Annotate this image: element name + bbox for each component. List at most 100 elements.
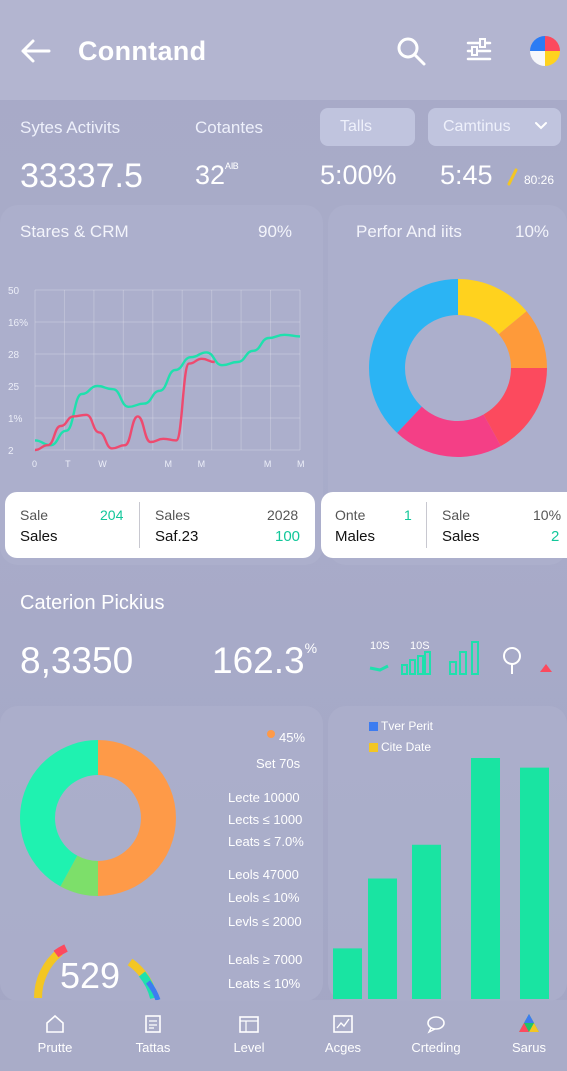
triangle-logo-icon xyxy=(519,1014,539,1032)
bar xyxy=(333,948,362,999)
legend-swatch xyxy=(369,722,378,731)
sales-summary-right-label: Sales xyxy=(155,507,191,523)
stat-value-contacts: 32ᴬᴵᴮ xyxy=(195,160,239,191)
triangle-icon xyxy=(540,664,552,672)
nav-item-home[interactable]: Prutte xyxy=(8,1014,102,1055)
document-icon xyxy=(145,1015,161,1033)
back-button[interactable] xyxy=(18,34,52,68)
page-title: Conntand xyxy=(78,36,207,66)
nav-item-label: Sarus xyxy=(512,1040,546,1055)
nav-item-label: Tattas xyxy=(135,1040,171,1055)
search-icon xyxy=(397,37,426,66)
divider xyxy=(139,502,140,548)
perf-summary-left-label: Onte xyxy=(335,507,366,523)
mini-bar xyxy=(449,661,457,675)
sales-summary-right-label-value: 2028 xyxy=(267,507,299,523)
mini-bar xyxy=(417,655,424,675)
sales-card-percent: 90% xyxy=(258,222,293,241)
performance-donut-chart xyxy=(369,279,547,457)
divider xyxy=(426,502,427,548)
legend-item: Levls ≤ 2000 xyxy=(228,914,302,929)
bar xyxy=(471,758,500,999)
legend-item: Leats ≤ 10% xyxy=(228,976,301,991)
legend-item: Leols 47000 xyxy=(228,867,299,882)
mini-bar xyxy=(401,664,408,675)
nav-item-sarus[interactable]: Sarus xyxy=(482,1012,567,1055)
x-tick-label: 0 xyxy=(32,459,37,469)
stat-value-contacts-suffix: ᴬᴵᴮ xyxy=(225,160,239,175)
line-series-1 xyxy=(34,333,301,447)
filter-button[interactable] xyxy=(462,34,496,68)
performance-summary-card: Onte 1 Males Sale 10% Sales 2 xyxy=(321,492,567,558)
x-tick-label: M xyxy=(165,459,173,469)
nav-item-crteding[interactable]: Crteding xyxy=(389,1014,483,1055)
y-tick-label: 1% xyxy=(8,414,23,425)
x-tick-label: W xyxy=(98,459,107,469)
legend-item: Leals ≥ 7000 xyxy=(228,952,303,967)
perf-summary-right-title: Sales xyxy=(442,528,480,545)
mini-trend-line xyxy=(369,664,389,672)
legend-item: Leats ≤ 7.0% xyxy=(228,834,304,849)
mini-bar xyxy=(424,651,431,675)
pie-avatar-icon xyxy=(530,36,560,66)
avatar[interactable] xyxy=(528,34,562,68)
nav-item-label: Prutte xyxy=(37,1040,73,1055)
layers-icon xyxy=(239,1016,259,1033)
performance-card-percent: 10% xyxy=(515,222,550,241)
mini-bar xyxy=(459,651,467,675)
arrow-left-icon xyxy=(21,39,51,63)
section-value-secondary-number: 162.3 xyxy=(212,640,305,681)
legend-item: Lecte 10000 xyxy=(228,790,300,805)
tab-talls[interactable]: Talls xyxy=(320,108,415,146)
section-value-primary: 8,3350 xyxy=(20,640,134,681)
period-dropdown[interactable]: Camtinus xyxy=(428,108,561,146)
section-value-secondary: 162.3% xyxy=(212,640,317,682)
sales-summary-card: Sale 204 Sales Sales 2028 Saf.23 100 xyxy=(5,492,315,558)
y-tick-label: 16% xyxy=(8,318,28,329)
legend-item: Lects ≤ 1000 xyxy=(228,812,303,827)
search-button[interactable] xyxy=(394,34,428,68)
x-tick-label: M xyxy=(264,459,272,469)
section-title: Caterion Pickius xyxy=(20,592,165,614)
x-tick-label: M xyxy=(198,459,206,469)
legend-dot xyxy=(267,730,275,738)
category-donut-slice xyxy=(98,740,176,896)
chart-icon xyxy=(333,1015,353,1033)
y-tick-label: 2 xyxy=(8,446,14,457)
trend-slash-icon xyxy=(507,168,518,186)
y-tick-label: 50 xyxy=(8,286,20,297)
bar xyxy=(412,844,441,999)
mini-bar xyxy=(471,641,479,675)
nav-item-tattas[interactable]: Tattas xyxy=(106,1014,200,1055)
pin-icon xyxy=(503,647,521,665)
perf-summary-left-label-value: 1 xyxy=(404,507,412,523)
period-dropdown-label: Camtinus xyxy=(443,118,511,135)
bar-legend-1: Tver Perit xyxy=(381,719,434,733)
nav-item-acges[interactable]: Acges xyxy=(296,1014,390,1055)
category-donut-chart xyxy=(20,740,176,896)
perf-summary-right-label-value: 10% xyxy=(533,507,562,523)
sales-summary-left-label-value: 204 xyxy=(100,507,124,523)
x-tick-label: M xyxy=(297,459,305,469)
nav-item-label: Acges xyxy=(324,1040,362,1055)
gauge-value: 529 xyxy=(60,955,121,996)
sales-line-chart: 50 16% 28 25 1% 2 0 T W M M M M xyxy=(8,286,305,469)
nav-item-label: Level xyxy=(233,1040,265,1055)
performance-donut-slice xyxy=(369,279,458,433)
legend-top-set: Set 70s xyxy=(256,756,301,771)
bar-chart xyxy=(333,758,549,999)
bar xyxy=(520,767,549,999)
x-tick-label: T xyxy=(65,459,71,469)
nav-item-level[interactable]: Level xyxy=(202,1014,296,1055)
sales-summary-right-value: 100 xyxy=(275,528,301,545)
stat-value-activity: 33337.5 xyxy=(20,157,143,195)
perf-summary-right-label: Sale xyxy=(442,507,471,523)
sliders-icon xyxy=(466,38,492,61)
stat-label-contacts: Cotantes xyxy=(195,118,264,137)
stat-value-time: 5:45 xyxy=(440,160,493,190)
legend-top-percent: 45% xyxy=(279,730,306,745)
sales-summary-left-label: Sale xyxy=(20,507,49,523)
bar xyxy=(368,878,397,999)
section-value-secondary-suffix: % xyxy=(304,640,318,656)
performance-card-title: Perfor And iits xyxy=(356,222,462,241)
